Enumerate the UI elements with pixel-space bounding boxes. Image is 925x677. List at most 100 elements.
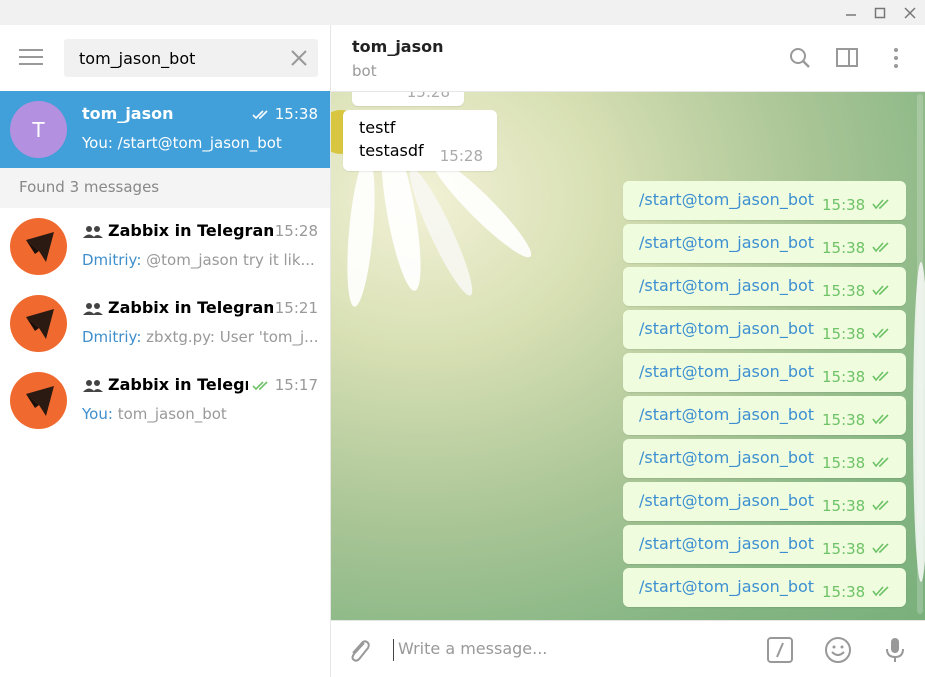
chat-header[interactable]: tom_jason bot (331, 25, 925, 92)
dialog-time: 15:38 (274, 105, 318, 123)
message-bubble-incoming[interactable]: 15:28 (352, 92, 464, 106)
dialog-preview: You: /start@tom_jason_bot (82, 134, 282, 152)
found-messages-header: Found 3 messages (0, 168, 330, 208)
message-input[interactable]: Write a message... (393, 639, 753, 661)
avatar (10, 295, 67, 352)
message-text: /start@tom_jason_bot (639, 319, 815, 338)
message-time: 15:38 (822, 583, 866, 601)
dialog-preview: Dmitriy: zbxtg.py: User 'tom_j... (82, 328, 320, 346)
attach-icon[interactable] (344, 635, 374, 665)
avatar-letter: T (32, 117, 45, 142)
message-bubble-outgoing[interactable]: /start@tom_jason_bot 15:38 (623, 181, 906, 220)
message-time: 15:38 (822, 540, 866, 558)
group-icon (83, 303, 103, 315)
maximize-button[interactable] (865, 0, 895, 25)
message-time: 15:38 (822, 454, 866, 472)
main-menu-button[interactable] (12, 42, 50, 72)
search-result-item[interactable]: Zabbix in Telegram ... 15:21 Dmitriy: zb… (0, 285, 330, 362)
message-time: 15:38 (822, 282, 866, 300)
double-check-icon (872, 457, 889, 468)
double-check-icon (252, 110, 268, 120)
double-check-icon (872, 586, 889, 597)
more-icon[interactable] (883, 45, 909, 71)
sidebar-toggle-icon[interactable] (834, 45, 860, 71)
message-bubble-outgoing[interactable]: /start@tom_jason_bot 15:38 (623, 439, 906, 478)
avatar (10, 372, 67, 429)
peer-name: tom_jason (352, 37, 444, 56)
message-bubble-outgoing[interactable]: /start@tom_jason_bot 15:38 (623, 224, 906, 263)
paper-plane-icon (26, 386, 54, 416)
message-text: /start@tom_jason_bot (639, 491, 815, 510)
double-check-icon (872, 242, 889, 253)
avatar (10, 218, 67, 275)
double-check-icon (872, 500, 889, 511)
menu-icon (19, 49, 43, 65)
search-result-item[interactable]: Zabbix in Telegr... 15:17 You: tom_jason… (0, 362, 330, 439)
preview-text: tom_jason_bot (117, 405, 227, 423)
composer: Write a message... (331, 620, 925, 677)
message-bubble-outgoing[interactable]: /start@tom_jason_bot 15:38 (623, 267, 906, 306)
double-check-icon (872, 199, 889, 210)
message-time: 15:38 (822, 497, 866, 515)
preview-sender: Dmitriy: (82, 251, 142, 269)
search-result-item[interactable]: Zabbix in Telegram ... 15:28 Dmitriy: @t… (0, 208, 330, 285)
preview-text: zbxtg.py: User 'tom_j... (146, 328, 319, 346)
message-time: 15:28 (406, 92, 450, 101)
dialog-time: 15:28 (274, 222, 318, 240)
avatar: T (10, 101, 67, 158)
message-bubble-outgoing[interactable]: /start@tom_jason_bot 15:38 (623, 353, 906, 392)
group-icon (83, 226, 103, 238)
dialog-preview: You: tom_jason_bot (82, 405, 320, 423)
preview-text: @tom_jason try it lik... (146, 251, 315, 269)
clear-icon[interactable] (290, 49, 308, 67)
close-icon (904, 6, 916, 19)
message-time: 15:38 (822, 325, 866, 343)
dialog-time: 15:21 (274, 299, 318, 317)
message-bubble-outgoing[interactable]: /start@tom_jason_bot 15:38 (623, 482, 906, 521)
message-bubble-outgoing[interactable]: /start@tom_jason_bot 15:38 (623, 396, 906, 435)
message-time: 15:38 (822, 411, 866, 429)
message-text: /start@tom_jason_bot (639, 190, 815, 209)
bot-command-icon[interactable] (765, 635, 795, 665)
message-bubble-outgoing[interactable]: /start@tom_jason_bot 15:38 (623, 568, 906, 607)
message-history[interactable]: 15:28 testf testasdf 15:28 /start@tom_ja… (331, 92, 925, 620)
minimize-icon (846, 13, 856, 16)
window-title-bar (0, 0, 925, 25)
message-text: /start@tom_jason_bot (639, 534, 815, 553)
emoji-icon[interactable] (823, 635, 853, 665)
message-bubble-incoming[interactable]: testf testasdf 15:28 (343, 110, 497, 171)
message-text: /start@tom_jason_bot (639, 362, 815, 381)
dialog-preview: Dmitriy: @tom_jason try it lik... (82, 251, 320, 269)
preview-sender: You: (82, 405, 113, 423)
search-input[interactable]: tom_jason_bot (64, 39, 318, 77)
message-time: 15:38 (822, 239, 866, 257)
maximize-icon (874, 7, 886, 18)
message-text: /start@tom_jason_bot (639, 448, 815, 467)
dialog-title: Zabbix in Telegr... (108, 375, 248, 394)
double-check-icon (872, 371, 889, 382)
close-window-button[interactable] (895, 0, 925, 25)
search-value: tom_jason_bot (79, 49, 196, 68)
dialog-title: tom_jason (82, 104, 174, 123)
preview-sender: Dmitriy: (82, 328, 142, 346)
message-bubble-outgoing[interactable]: /start@tom_jason_bot 15:38 (623, 525, 906, 564)
double-check-icon (872, 414, 889, 425)
message-text: testf (359, 118, 396, 137)
double-check-icon (872, 285, 889, 296)
group-icon (83, 380, 103, 392)
message-time: 15:28 (439, 147, 483, 165)
message-text: /start@tom_jason_bot (639, 405, 815, 424)
message-bubble-outgoing[interactable]: /start@tom_jason_bot 15:38 (623, 310, 906, 349)
paper-plane-icon (26, 232, 54, 262)
microphone-icon[interactable] (880, 635, 910, 665)
message-time: 15:38 (822, 196, 866, 214)
message-text: /start@tom_jason_bot (639, 233, 815, 252)
double-check-icon (872, 543, 889, 554)
scrollbar[interactable] (917, 94, 923, 614)
minimize-button[interactable] (836, 0, 866, 25)
search-icon[interactable] (787, 45, 813, 71)
dialog-title: Zabbix in Telegram ... (108, 221, 273, 240)
dialog-item-tom-jason[interactable]: T tom_jason 15:38 You: /start@tom_jason_… (0, 91, 330, 168)
message-time: 15:38 (822, 368, 866, 386)
message-text: /start@tom_jason_bot (639, 577, 815, 596)
